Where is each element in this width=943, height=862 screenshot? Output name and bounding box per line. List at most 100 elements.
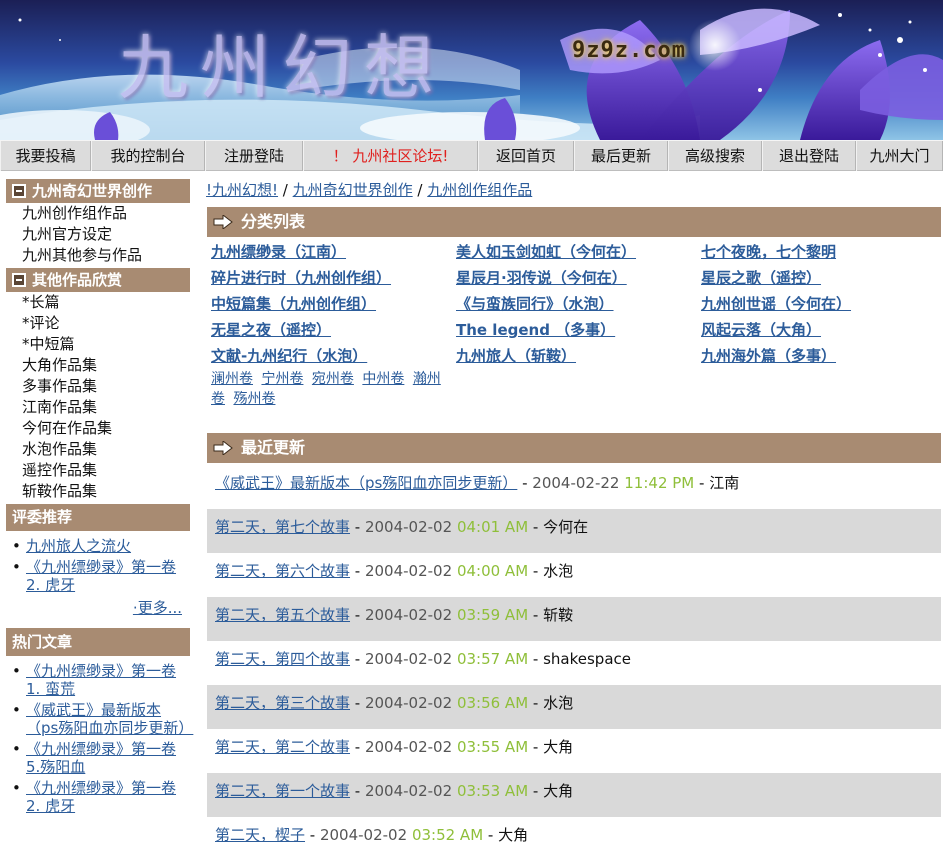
volume-link[interactable]: 澜州卷 [211,371,253,387]
sidebar-section-header[interactable]: 九州奇幻世界创作 [6,179,190,203]
sidebar-item-jinhezai[interactable]: 今何在作品集 [22,418,190,439]
sidebar-item-zhanan[interactable]: 斩鞍作品集 [22,481,190,502]
list-item: 《九州缥缈录》第一卷 5.殇阳血 [12,740,190,776]
separator: - [350,694,365,712]
update-time: 11:42 PM [624,474,695,492]
more-link-row: ·更多... [6,598,190,618]
list-item: 九州旅人之流火 [12,537,190,555]
breadcrumb-item[interactable]: 九州奇幻世界创作 [293,181,413,199]
updates-title: 最近更新 [241,438,306,457]
more-link[interactable]: ·更多... [133,599,182,617]
volume-link[interactable]: 中州卷 [362,371,404,387]
table-row: 第二天，第二个故事 - 2004-02-02 03:55 AM - 大角 [207,729,941,773]
update-title-link[interactable]: 第二天，第七个故事 [215,518,350,536]
sidebar-item-shuipao[interactable]: 水泡作品集 [22,439,190,460]
recent-updates-list: 《威武王》最新版本（ps殇阳血亦同步更新） - 2004-02-22 11:42… [207,465,941,861]
recommend-link[interactable]: 九州旅人之流火 [26,537,131,555]
update-title-link[interactable]: 《威武王》最新版本（ps殇阳血亦同步更新） [215,474,517,492]
category-link[interactable]: 美人如玉剑如虹（今何在） [456,239,701,265]
category-link[interactable]: 星辰月·羽传说（今何在） [456,265,701,291]
table-row: 第二天，楔子 - 2004-02-02 03:52 AM - 大角 [207,817,941,861]
update-title-link[interactable]: 第二天，第五个故事 [215,606,350,624]
update-title-link[interactable]: 第二天，第六个故事 [215,562,350,580]
category-link[interactable]: 风起云落（大角） [701,317,943,343]
sidebar-section-title: 其他作品欣赏 [32,271,123,289]
update-author: 今何在 [543,518,589,536]
arrow-right-icon [213,441,233,455]
nav-logout[interactable]: 退出登陆 [762,141,856,171]
table-row: 《威武王》最新版本（ps殇阳血亦同步更新） - 2004-02-22 11:42… [207,465,941,509]
nav-control-panel[interactable]: 我的控制台 [91,141,205,171]
sidebar-item-yaokong[interactable]: 遥控作品集 [22,460,190,481]
category-link[interactable]: 文献-九州纪行（水泡） [211,343,456,369]
sidebar-item-group-works[interactable]: 九州创作组作品 [22,203,190,224]
hot-article-link[interactable]: 《九州缥缈录》第一卷 2. 虎牙 [26,779,176,815]
category-link[interactable]: 七个夜晚，七个黎明 [701,239,943,265]
category-link[interactable]: 九州海外篇（多事） [701,343,943,369]
recommend-link[interactable]: 《九州缥缈录》第一卷 2. 虎牙 [26,558,176,594]
sidebar-item-duoshi[interactable]: 多事作品集 [22,376,190,397]
update-author: 大角 [498,826,529,844]
hot-article-link[interactable]: 《威武王》最新版本（ps殇阳血亦同步更新） [26,701,193,737]
update-title-link[interactable]: 第二天，第四个故事 [215,650,350,668]
category-link[interactable]: 九州创世谣（今何在） [701,291,943,317]
collapse-box-icon[interactable] [12,273,26,287]
table-row: 第二天，第七个故事 - 2004-02-02 04:01 AM - 今何在 [207,509,941,553]
update-title-link[interactable]: 第二天，楔子 [215,826,305,844]
category-link[interactable]: 九州旅人（斩鞍） [456,343,701,369]
category-link[interactable]: 九州缥缈录（江南） [211,239,456,265]
category-link[interactable]: The legend （多事） [456,317,701,343]
separator: - [350,738,365,756]
arrow-right-icon [213,215,233,229]
volume-link[interactable]: 宁州卷 [261,371,303,387]
sidebar-item-dajiao[interactable]: 大角作品集 [22,355,190,376]
sidebar-item-jiangnan[interactable]: 江南作品集 [22,397,190,418]
update-date: 2004-02-02 [364,606,453,624]
hot-article-link[interactable]: 《九州缥缈录》第一卷 5.殇阳血 [26,740,176,776]
update-time: 03:53 AM [456,782,529,800]
update-time: 03:52 AM [411,826,484,844]
sidebar-item-official-settings[interactable]: 九州官方设定 [22,224,190,245]
list-item: 《九州缥缈录》第一卷 1. 蛮荒 [12,662,190,698]
sidebar-item-long[interactable]: *长篇 [22,292,190,313]
sidebar-item-short[interactable]: *中短篇 [22,334,190,355]
update-date: 2004-02-02 [364,694,453,712]
breadcrumb-separator: / [412,181,428,199]
category-link[interactable]: 无星之夜（遥控） [211,317,456,343]
category-link[interactable]: 《与蛮族同行》（水泡） [456,291,701,317]
breadcrumb-item[interactable]: !九州幻想! [206,181,278,199]
breadcrumb-item[interactable]: 九州创作组作品 [427,181,532,199]
update-author: 水泡 [543,562,574,580]
separator: - [528,650,544,668]
volume-link[interactable]: 殇州卷 [233,391,275,407]
hot-articles-header: 热门文章 [6,628,190,656]
collapse-box-icon[interactable] [12,184,26,198]
nav-latest[interactable]: 最后更新 [574,141,668,171]
hot-article-link[interactable]: 《九州缥缈录》第一卷 1. 蛮荒 [26,662,176,698]
categories-header: 分类列表 [207,207,941,237]
nav-home[interactable]: 返回首页 [478,141,574,171]
separator: - [694,474,710,492]
volume-link[interactable]: 宛州卷 [312,371,354,387]
sidebar-item-other-works[interactable]: 九州其他参与作品 [22,245,190,266]
site-url-logo: 9z9z.com [572,38,686,63]
nav-gate[interactable]: 九州大门 [856,141,943,171]
nav-advanced-search[interactable]: 高级搜索 [668,141,762,171]
category-link[interactable]: 中短篇集（九州创作组） [211,291,456,317]
update-title-link[interactable]: 第二天，第二个故事 [215,738,350,756]
update-title-link[interactable]: 第二天，第三个故事 [215,694,350,712]
table-row: 第二天，第五个故事 - 2004-02-02 03:59 AM - 斩鞍 [207,597,941,641]
nav-forum[interactable]: ！ 九州社区论坛! [303,141,478,171]
breadcrumb-separator: / [278,181,293,199]
update-title-link[interactable]: 第二天，第一个故事 [215,782,350,800]
update-author: 大角 [543,782,574,800]
category-column: 七个夜晚，七个黎明 星辰之歌（遥控） 九州创世谣（今何在） 风起云落（大角） 九… [701,239,943,369]
update-time: 03:59 AM [456,606,529,624]
nav-register-login[interactable]: 注册登陆 [205,141,303,171]
nav-submit[interactable]: 我要投稿 [0,141,91,171]
sidebar-section-header[interactable]: 其他作品欣赏 [6,268,190,292]
category-link[interactable]: 碎片进行时（九州创作组） [211,265,456,291]
sidebar-item-review[interactable]: *评论 [22,313,190,334]
category-column: 美人如玉剑如虹（今何在） 星辰月·羽传说（今何在） 《与蛮族同行》（水泡） Th… [456,239,701,369]
category-link[interactable]: 星辰之歌（遥控） [701,265,943,291]
